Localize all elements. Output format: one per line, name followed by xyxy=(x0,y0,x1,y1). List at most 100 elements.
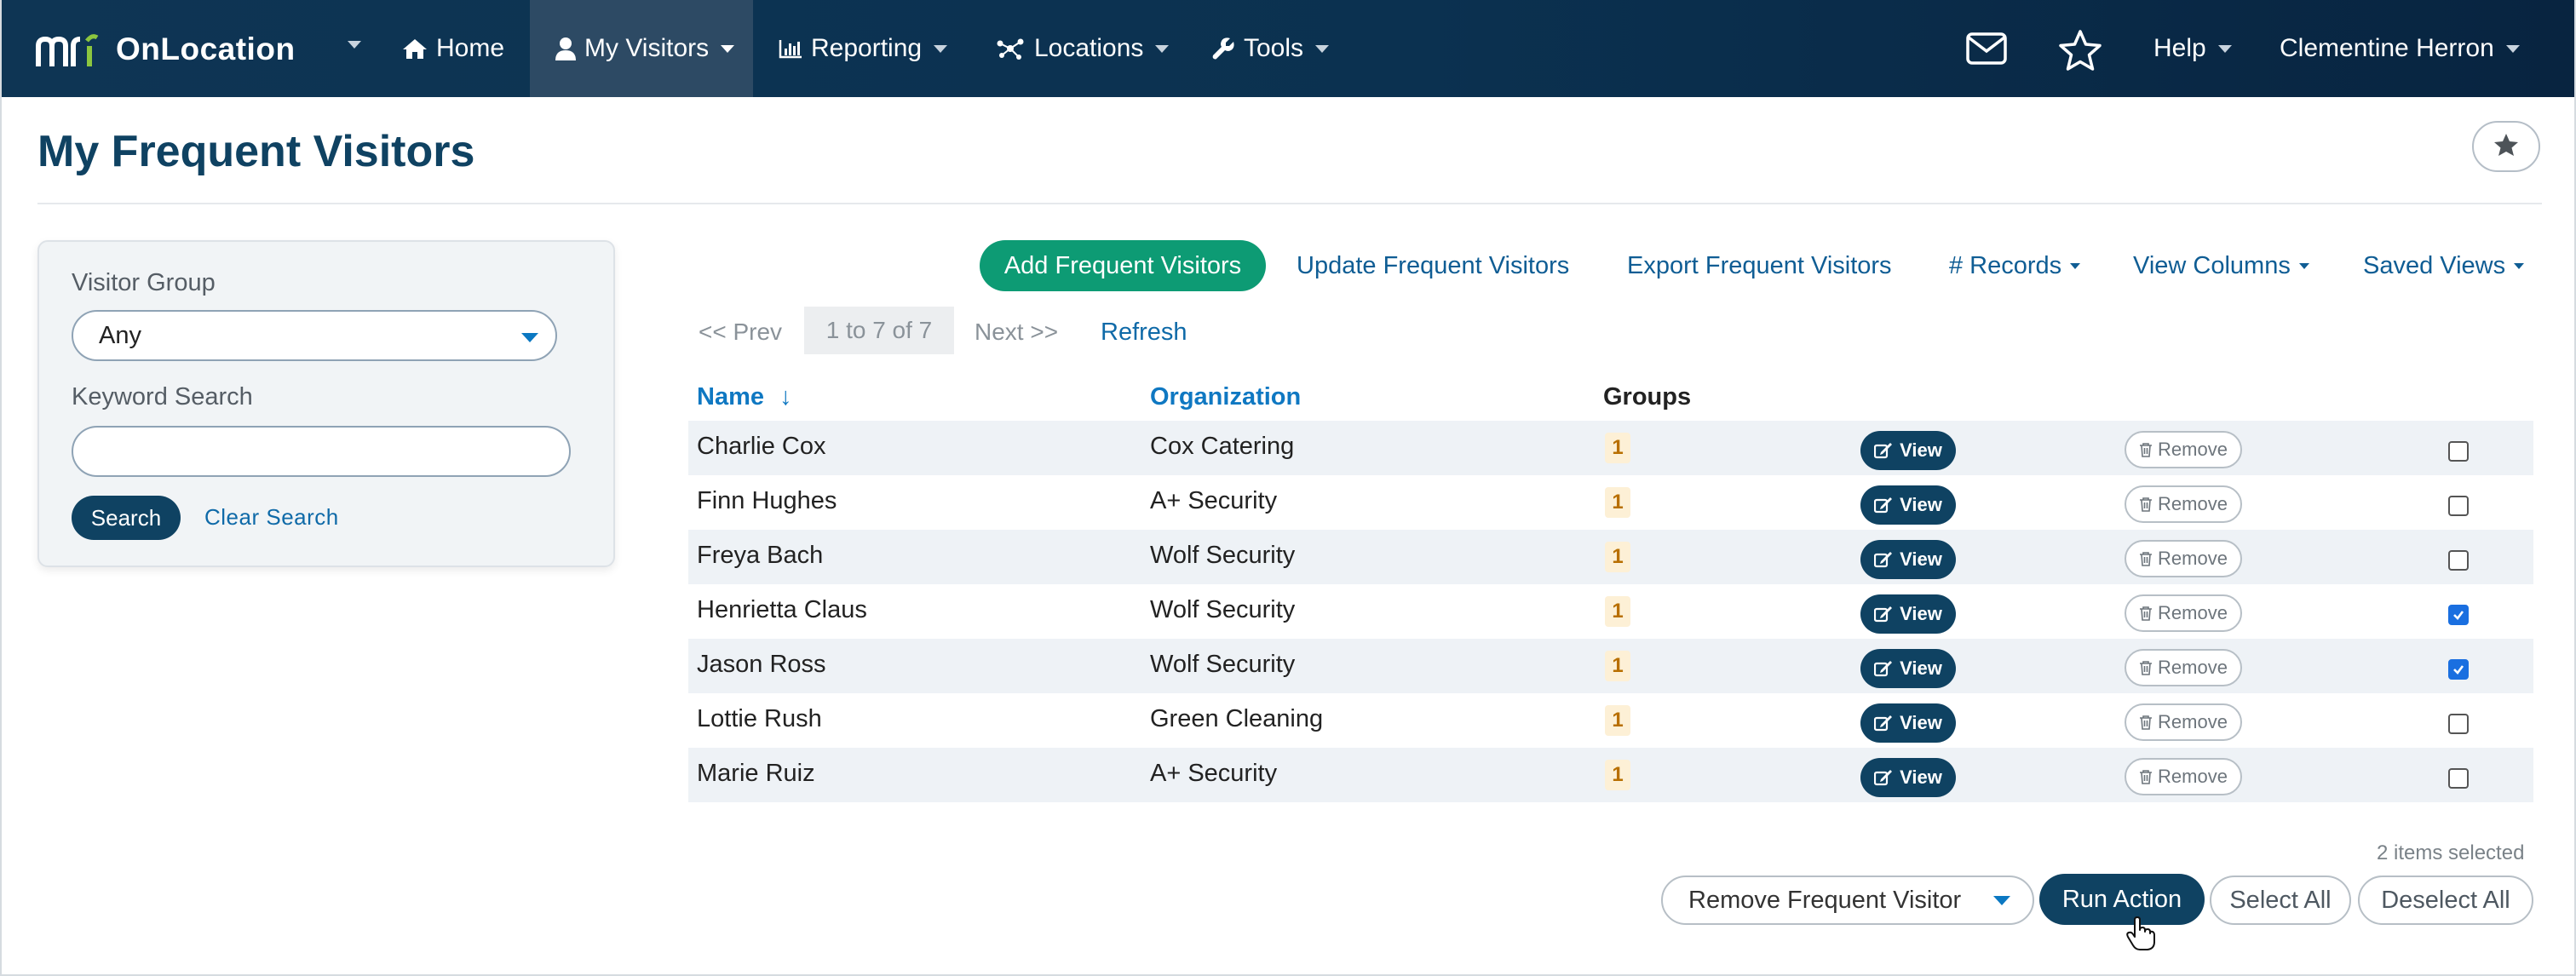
column-header-groups: Groups xyxy=(1603,383,1692,410)
nav-locations[interactable]: Locations xyxy=(995,0,1170,97)
mail-icon[interactable] xyxy=(1966,32,2007,69)
groups-badge: 1 xyxy=(1605,596,1630,627)
remove-label: Remove xyxy=(2158,439,2228,460)
table-row: Charlie Cox Cox Catering 1 View Remove xyxy=(688,421,2533,475)
user-icon xyxy=(555,37,576,60)
chevron-down-icon xyxy=(2070,263,2081,269)
remove-label: Remove xyxy=(2158,493,2228,514)
remove-button[interactable]: Remove xyxy=(2125,649,2242,686)
chevron-down-icon xyxy=(1315,44,1330,53)
row-select-checkbox[interactable] xyxy=(2448,714,2469,734)
view-label: View xyxy=(1900,548,1942,570)
groups-badge: 1 xyxy=(1605,705,1630,736)
visitor-name: Lottie Rush xyxy=(697,705,822,732)
visitor-group-value: Any xyxy=(99,321,141,349)
view-button[interactable]: View xyxy=(1860,758,1956,797)
run-action-button[interactable]: Run Action xyxy=(2039,874,2205,925)
title-divider xyxy=(37,203,2542,204)
nav-locations-label: Locations xyxy=(1034,34,1144,62)
remove-label: Remove xyxy=(2158,657,2228,678)
search-button[interactable]: Search xyxy=(72,496,181,540)
remove-button[interactable]: Remove xyxy=(2125,703,2242,741)
favorite-page-button[interactable] xyxy=(2472,121,2540,172)
clear-search-link[interactable]: Clear Search xyxy=(204,504,339,531)
row-select-checkbox[interactable] xyxy=(2448,496,2469,516)
row-select-checkbox[interactable] xyxy=(2448,768,2469,789)
nav-reporting-label: Reporting xyxy=(811,34,923,62)
records-label: # Records xyxy=(1949,252,2062,279)
saved-views-label: Saved Views xyxy=(2363,252,2506,279)
view-columns-dropdown[interactable]: View Columns xyxy=(2133,252,2309,280)
view-button[interactable]: View xyxy=(1860,649,1956,688)
add-frequent-visitors-button[interactable]: Add Frequent Visitors xyxy=(980,240,1266,291)
row-select-checkbox[interactable] xyxy=(2448,550,2469,571)
groups-badge: 1 xyxy=(1605,433,1630,463)
view-button[interactable]: View xyxy=(1860,594,1956,634)
search-panel: Visitor Group Any Keyword Search Search … xyxy=(37,240,615,567)
visitor-organization: Green Cleaning xyxy=(1150,705,1324,732)
edit-icon xyxy=(1874,660,1900,677)
pager-prev[interactable]: << Prev xyxy=(699,319,782,346)
nav-user-menu[interactable]: Clementine Herron xyxy=(2280,0,2520,97)
trash-icon xyxy=(2139,497,2158,512)
remove-button[interactable]: Remove xyxy=(2125,431,2242,468)
view-button[interactable]: View xyxy=(1860,540,1956,579)
records-dropdown[interactable]: # Records xyxy=(1949,252,2081,280)
remove-button[interactable]: Remove xyxy=(2125,594,2242,632)
groups-badge: 1 xyxy=(1605,760,1630,790)
saved-views-dropdown[interactable]: Saved Views xyxy=(2363,252,2525,280)
bulk-action-select[interactable]: Remove Frequent Visitor xyxy=(1661,876,2034,925)
nav-my-visitors[interactable]: My Visitors xyxy=(530,0,753,97)
visitor-name: Marie Ruiz xyxy=(697,760,815,787)
nav-help-label: Help xyxy=(2153,34,2206,62)
keyword-search-input[interactable] xyxy=(72,426,571,477)
remove-button[interactable]: Remove xyxy=(2125,540,2242,577)
view-label: View xyxy=(1900,712,1942,733)
chevron-down-icon xyxy=(2298,263,2309,269)
nav-help[interactable]: Help xyxy=(2153,0,2232,97)
bulk-action-value: Remove Frequent Visitor xyxy=(1688,886,1962,914)
visitor-name: Jason Ross xyxy=(697,651,826,678)
user-name: Clementine Herron xyxy=(2280,34,2494,62)
update-frequent-visitors-link[interactable]: Update Frequent Visitors xyxy=(1297,252,1569,280)
refresh-link[interactable]: Refresh xyxy=(1101,319,1187,347)
hand-cursor-icon xyxy=(2126,916,2155,955)
table-row: Lottie Rush Green Cleaning 1 View Remove xyxy=(688,693,2533,748)
edit-icon xyxy=(1874,715,1900,732)
app-window: OnLocation Home My Visitors Reporting Lo… xyxy=(0,0,2576,976)
nav-tools[interactable]: Tools xyxy=(1211,0,1330,97)
pager-next[interactable]: Next >> xyxy=(975,319,1058,346)
remove-button[interactable]: Remove xyxy=(2125,758,2242,795)
brand-name: OnLocation xyxy=(116,32,296,66)
column-header-name[interactable]: Name ↓ xyxy=(697,383,792,411)
selected-count: 2 items selected xyxy=(2377,841,2525,864)
nav-reporting[interactable]: Reporting xyxy=(779,0,948,97)
chevron-down-icon xyxy=(1155,44,1170,53)
row-select-checkbox[interactable] xyxy=(2448,659,2469,680)
row-select-checkbox[interactable] xyxy=(2448,605,2469,625)
trash-icon xyxy=(2139,442,2158,457)
column-name-label: Name xyxy=(697,383,764,410)
view-label: View xyxy=(1900,439,1942,461)
view-button[interactable]: View xyxy=(1860,431,1956,470)
export-frequent-visitors-link[interactable]: Export Frequent Visitors xyxy=(1627,252,1892,280)
view-button[interactable]: View xyxy=(1860,703,1956,743)
deselect-all-button[interactable]: Deselect All xyxy=(2358,876,2533,925)
trash-icon xyxy=(2139,715,2158,730)
star-icon[interactable] xyxy=(2058,29,2102,76)
view-button[interactable]: View xyxy=(1860,485,1956,525)
row-select-checkbox[interactable] xyxy=(2448,441,2469,462)
select-all-button[interactable]: Select All xyxy=(2210,876,2351,925)
chevron-down-icon xyxy=(721,44,735,53)
trash-icon xyxy=(2139,769,2158,784)
brand-menu-chevron-icon[interactable] xyxy=(348,41,361,49)
nav-home[interactable]: Home xyxy=(402,0,504,97)
column-header-organization[interactable]: Organization xyxy=(1150,383,1301,411)
brand[interactable]: OnLocation xyxy=(36,24,296,75)
nav-home-label: Home xyxy=(436,34,505,62)
visitor-group-select[interactable]: Any xyxy=(72,310,557,361)
chevron-down-icon xyxy=(1993,896,2010,905)
remove-button[interactable]: Remove xyxy=(2125,485,2242,523)
view-label: View xyxy=(1900,494,1942,515)
wrench-icon xyxy=(1211,37,1235,60)
